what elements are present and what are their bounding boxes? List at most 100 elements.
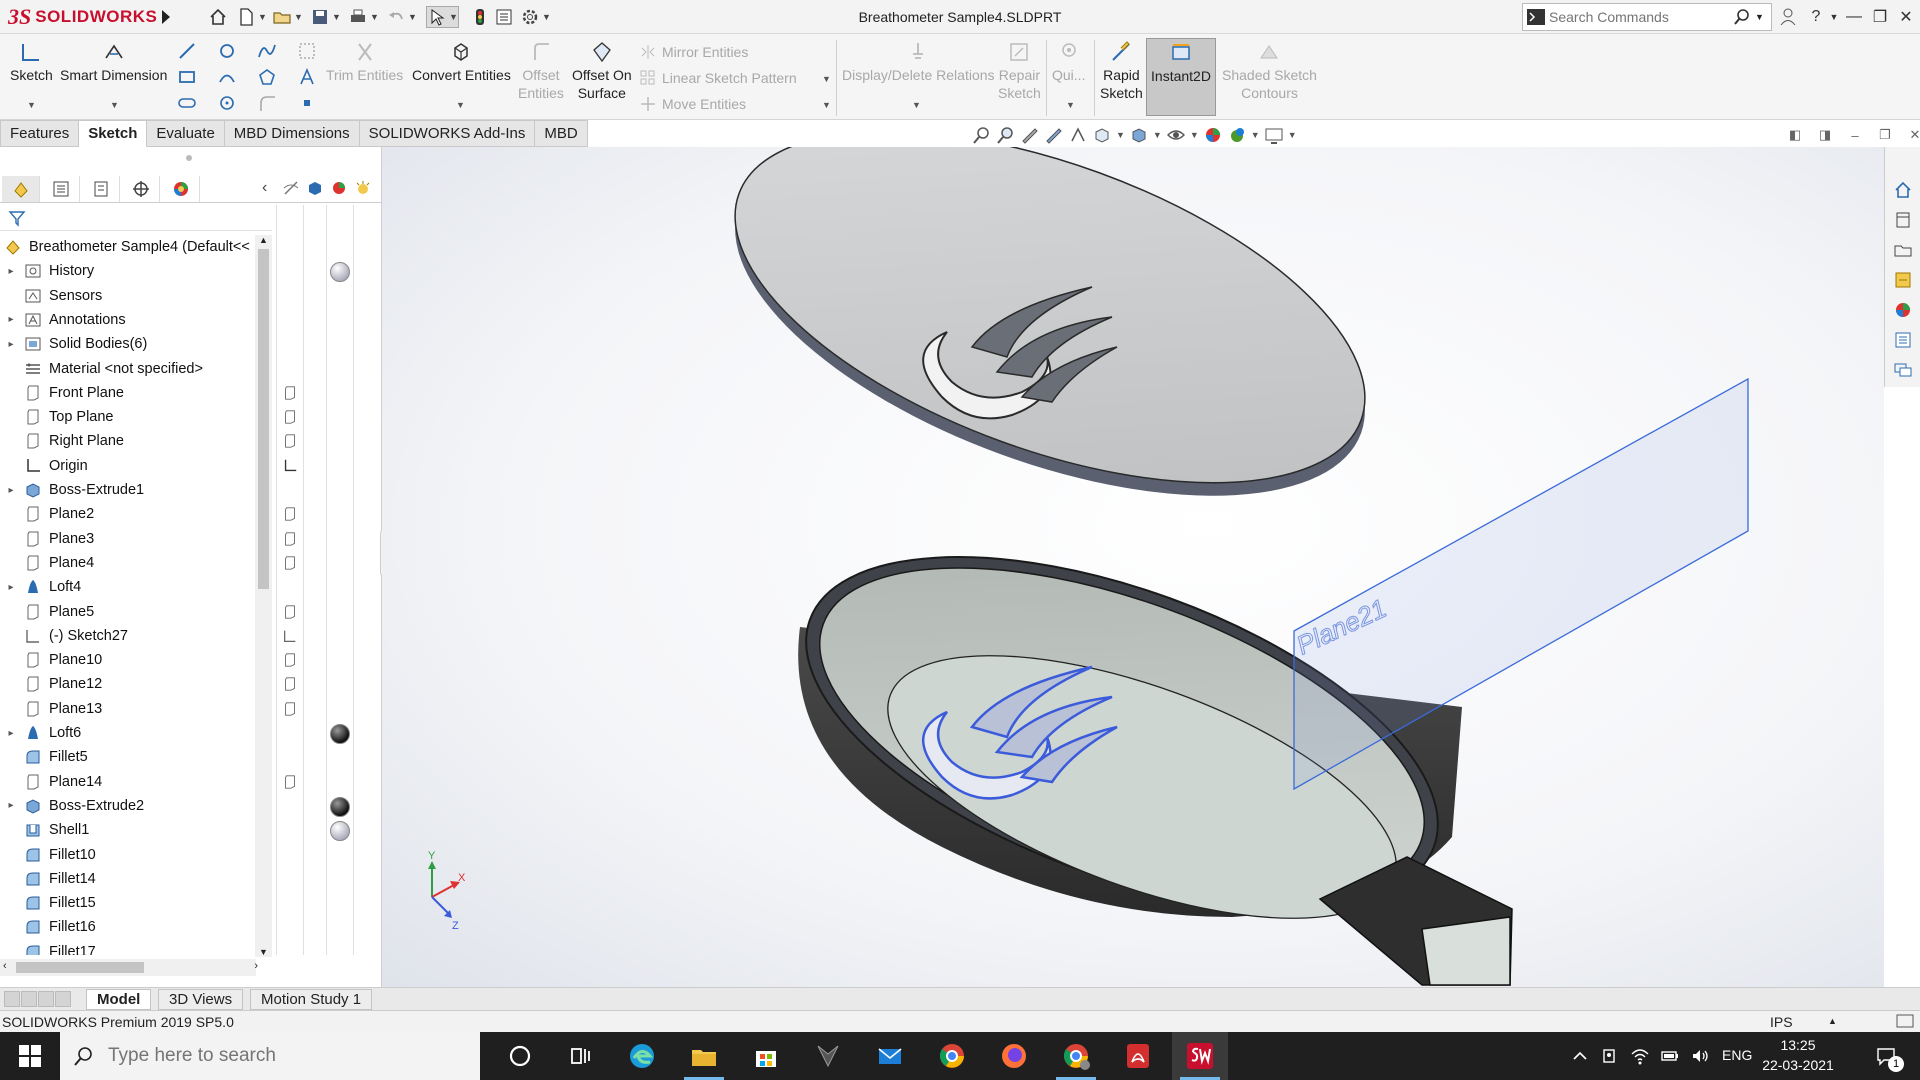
show-hidden-icons[interactable] [1568, 1032, 1592, 1080]
scroll-left-icon[interactable]: ‹ [3, 960, 7, 972]
arc-icon[interactable] [216, 66, 238, 88]
filter-icon[interactable] [8, 209, 26, 227]
view-orientation-small-icon[interactable] [306, 179, 324, 200]
relations-dropdown-icon[interactable]: ▼ [912, 100, 921, 110]
zoom-to-fit-icon[interactable] [972, 125, 992, 145]
tree-item[interactable]: Plane12 [0, 672, 272, 696]
view-settings-dropdown-icon[interactable]: ▼ [1288, 130, 1297, 140]
appearance-ball-icon[interactable] [330, 724, 350, 744]
restore-icon[interactable]: ❐ [1868, 6, 1892, 28]
edge-browser-icon[interactable] [614, 1032, 670, 1080]
last-tab-icon[interactable] [55, 991, 71, 1007]
clock[interactable]: 13:25 22-03-2021 [1752, 1035, 1844, 1075]
mail-icon[interactable] [862, 1032, 918, 1080]
instant2d-button[interactable]: Instant2D [1146, 38, 1216, 116]
display-delete-relations-button[interactable]: Display/Delete Relations [842, 40, 995, 84]
tree-item[interactable]: (-) Sketch27 [0, 624, 272, 648]
design-library-icon[interactable] [1892, 209, 1914, 231]
custom-properties-icon[interactable] [1892, 329, 1914, 351]
select-arrow-icon[interactable]: ▼ [426, 6, 459, 28]
customize-status-icon[interactable] [1896, 1014, 1914, 1030]
view-orientation-dropdown-icon[interactable]: ▼ [1116, 130, 1125, 140]
section-view-icon[interactable] [1044, 125, 1064, 145]
volume-icon[interactable] [1688, 1032, 1712, 1080]
lid-body[interactable] [690, 147, 1410, 568]
solidworks-resources-icon[interactable] [1892, 179, 1914, 201]
forum-icon[interactable] [1892, 359, 1914, 381]
microsoft-store-icon[interactable] [738, 1032, 794, 1080]
panel-grip[interactable] [186, 155, 192, 161]
dimension-dropdown-icon[interactable]: ▼ [110, 100, 119, 110]
collapse-left-icon[interactable]: ‹ [262, 179, 267, 197]
trim-entities-button[interactable]: Trim Entities [326, 40, 403, 84]
tree-item[interactable]: Plane5 [0, 600, 272, 624]
wifi-icon[interactable] [1628, 1032, 1652, 1080]
appearance-ball-icon[interactable] [330, 796, 350, 817]
expand-arrow-icon[interactable]: ▸ [0, 314, 22, 325]
move-entities-button[interactable]: Move Entities [640, 96, 746, 112]
tree-item[interactable]: ▸ Annotations [0, 308, 272, 332]
doc-minimize-icon[interactable]: – [1846, 126, 1864, 144]
tree-item[interactable]: Fillet16 [0, 915, 272, 939]
tree-item[interactable]: ▸ Loft4 [0, 575, 272, 599]
tile-right-icon[interactable]: ◨ [1816, 126, 1834, 144]
offset-entities-button[interactable]: Offset Entities [518, 40, 564, 102]
tree-item[interactable]: Fillet17 [0, 940, 272, 955]
cortana-icon[interactable] [492, 1032, 548, 1080]
hide-show-tree-icon[interactable] [282, 179, 300, 200]
search-icon[interactable] [1729, 4, 1755, 30]
close-icon[interactable]: ✕ [1894, 6, 1918, 28]
tab-features[interactable]: Features [0, 120, 80, 147]
mirror-entities-button[interactable]: Mirror Entities [640, 44, 748, 60]
home-icon[interactable] [208, 6, 228, 28]
tab-sketch[interactable]: Sketch [79, 120, 148, 147]
point-icon[interactable] [216, 92, 238, 114]
tab-3d-views[interactable]: 3D Views [158, 989, 244, 1010]
filter-row[interactable] [0, 205, 272, 231]
acrobat-icon[interactable] [1110, 1032, 1166, 1080]
solidworks-logo[interactable]: 3S SOLIDWORKS [8, 4, 157, 30]
spline-icon[interactable] [256, 40, 278, 62]
smart-dimension-button[interactable]: Smart Dimension [60, 40, 167, 84]
tree-item[interactable]: Fillet14 [0, 867, 272, 891]
tree-item[interactable]: Fillet5 [0, 745, 272, 769]
convert-dropdown-icon[interactable]: ▼ [456, 100, 465, 110]
tree-item[interactable]: Plane13 [0, 697, 272, 721]
tab-motion-study[interactable]: Motion Study 1 [250, 989, 373, 1010]
language-indicator[interactable]: ENG [1722, 1047, 1752, 1063]
scene-small-icon[interactable] [354, 179, 372, 200]
apply-scene-icon[interactable] [1227, 125, 1247, 145]
tree-item[interactable]: ▸ Solid Bodies(6) [0, 332, 272, 356]
convert-entities-button[interactable]: Convert Entities [412, 40, 511, 84]
rectangle-icon[interactable] [176, 66, 198, 88]
repair-sketch-button[interactable]: Repair Sketch [998, 40, 1041, 102]
dynamic-annotation-icon[interactable] [1068, 125, 1088, 145]
expand-arrow-icon[interactable]: ▸ [0, 728, 22, 739]
minimize-icon[interactable]: — [1842, 6, 1866, 28]
scrollbar-thumb[interactable] [258, 249, 269, 589]
circle-icon[interactable] [216, 40, 238, 62]
sketch-button[interactable]: Sketch [10, 40, 53, 84]
file-properties-icon[interactable] [494, 6, 514, 28]
next-tab-icon[interactable] [38, 991, 54, 1007]
firefox-icon[interactable] [986, 1032, 1042, 1080]
appearance-ball-icon[interactable] [330, 821, 350, 842]
chrome-profile-icon[interactable] [1048, 1032, 1104, 1080]
edit-appearance-icon[interactable] [1203, 125, 1223, 145]
display-manager-tab[interactable] [162, 176, 200, 202]
tab-mbd[interactable]: MBD [535, 120, 588, 147]
first-tab-icon[interactable] [4, 991, 20, 1007]
dimxpert-manager-tab[interactable] [122, 176, 160, 202]
previous-view-icon[interactable] [1020, 125, 1040, 145]
view-settings-icon[interactable] [1264, 125, 1284, 145]
expand-arrow-icon[interactable]: ▸ [0, 800, 22, 811]
tree-item[interactable]: Sensors [0, 284, 272, 308]
hscroll-thumb[interactable] [16, 962, 144, 973]
tree-item[interactable]: Plane14 [0, 770, 272, 794]
menu-expand-icon[interactable] [158, 8, 172, 26]
expand-arrow-icon[interactable]: ▸ [0, 485, 22, 496]
task-view-icon[interactable] [552, 1032, 608, 1080]
previous-tab-icon[interactable] [21, 991, 37, 1007]
display-style-dropdown-icon[interactable]: ▼ [1153, 130, 1162, 140]
hide-show-dropdown-icon[interactable]: ▼ [1190, 130, 1199, 140]
